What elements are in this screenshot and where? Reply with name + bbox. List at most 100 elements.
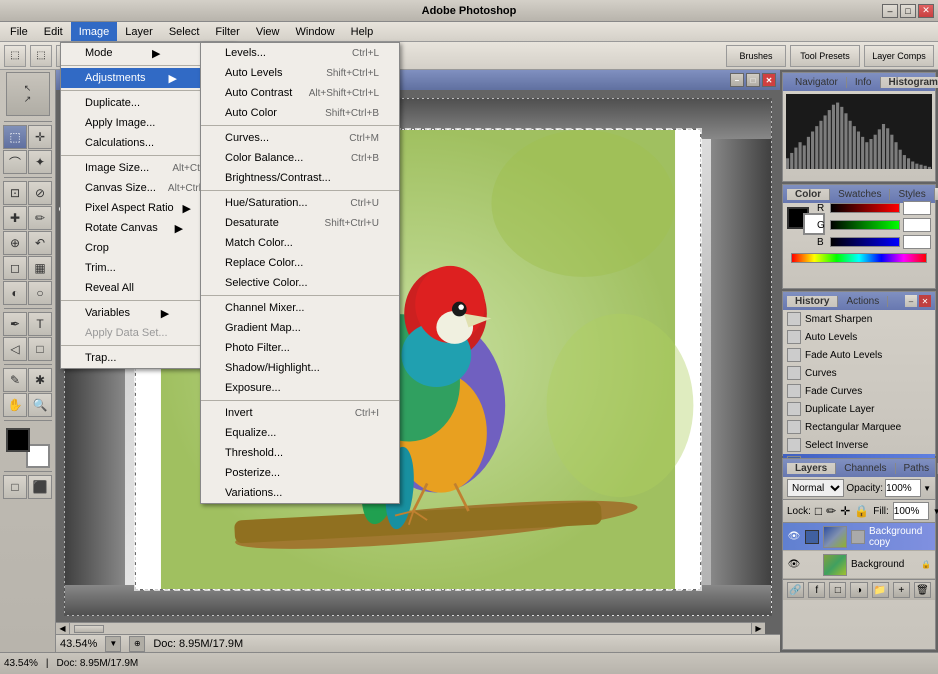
- lasso-tool[interactable]: ⌒: [3, 150, 27, 174]
- r-value[interactable]: 0: [903, 201, 931, 215]
- doc-close-btn[interactable]: ✕: [762, 73, 776, 87]
- layers-link-btn[interactable]: 🔗: [787, 582, 804, 598]
- eyedropper-tool[interactable]: ✱: [28, 368, 52, 392]
- adj-equalize[interactable]: Equalize...: [201, 423, 399, 443]
- menu-view[interactable]: View: [248, 22, 288, 41]
- tab-color[interactable]: Color: [787, 189, 830, 200]
- history-item-3[interactable]: Curves: [783, 364, 935, 382]
- blur-tool[interactable]: ◐: [3, 281, 27, 305]
- adj-auto-contrast[interactable]: Auto ContrastAlt+Shift+Ctrl+L: [201, 83, 399, 103]
- adj-auto-levels[interactable]: Auto LevelsShift+Ctrl+L: [201, 63, 399, 83]
- lock-image-btn[interactable]: ✏: [826, 504, 836, 518]
- history-item-6[interactable]: Rectangular Marquee: [783, 418, 935, 436]
- marquee-tool[interactable]: ⬚: [3, 125, 27, 149]
- dodge-tool[interactable]: ○: [28, 281, 52, 305]
- history-item-5[interactable]: Duplicate Layer: [783, 400, 935, 418]
- lock-transparent-btn[interactable]: □: [815, 504, 822, 518]
- history-brush-tool[interactable]: ↶: [28, 231, 52, 255]
- b-slider[interactable]: [830, 237, 900, 247]
- tab-actions[interactable]: Actions: [838, 296, 888, 307]
- g-value[interactable]: 0: [903, 218, 931, 232]
- menu-filter[interactable]: Filter: [207, 22, 247, 41]
- adj-shadow-highlight[interactable]: Shadow/Highlight...: [201, 358, 399, 378]
- layer-eye-1[interactable]: 👁: [787, 558, 801, 572]
- layers-adjustment-btn[interactable]: ◑: [850, 582, 867, 598]
- opacity-input[interactable]: [885, 479, 921, 497]
- crop-tool[interactable]: ⊡: [3, 181, 27, 205]
- standard-mode[interactable]: □: [3, 475, 27, 499]
- lock-all-btn[interactable]: 🔒: [854, 504, 869, 518]
- layer-row-background-copy[interactable]: 👁 Background copy: [783, 523, 935, 551]
- marquee-options-icon[interactable]: ⬚: [4, 45, 26, 67]
- view-btn[interactable]: ⊕: [129, 636, 145, 652]
- magic-wand-tool[interactable]: ✦: [28, 150, 52, 174]
- adj-posterize[interactable]: Posterize...: [201, 463, 399, 483]
- doc-maximize-btn[interactable]: □: [746, 73, 760, 87]
- color-spectrum-bar[interactable]: [791, 253, 927, 263]
- adj-curves[interactable]: Curves...Ctrl+M: [201, 128, 399, 148]
- adj-selective-color[interactable]: Selective Color...: [201, 273, 399, 293]
- history-close-btn[interactable]: ✕: [919, 295, 931, 307]
- r-slider[interactable]: [830, 203, 900, 213]
- close-button[interactable]: ✕: [918, 4, 934, 18]
- layers-effects-btn[interactable]: f: [808, 582, 825, 598]
- adj-match-color[interactable]: Match Color...: [201, 233, 399, 253]
- adj-hue-sat[interactable]: Hue/Saturation...Ctrl+U: [201, 193, 399, 213]
- zoom-tool[interactable]: 🔍: [28, 393, 52, 417]
- tab-styles[interactable]: Styles: [890, 189, 934, 200]
- path-tool[interactable]: ◁: [3, 337, 27, 361]
- layers-new-btn[interactable]: +: [893, 582, 910, 598]
- history-item-0[interactable]: Smart Sharpen: [783, 310, 935, 328]
- history-item-2[interactable]: Fade Auto Levels: [783, 346, 935, 364]
- menu-window[interactable]: Window: [288, 22, 343, 41]
- pen-tool[interactable]: ✒: [3, 312, 27, 336]
- text-tool[interactable]: T: [28, 312, 52, 336]
- adj-replace-color[interactable]: Replace Color...: [201, 253, 399, 273]
- fg-bg-color-selector[interactable]: [6, 428, 50, 468]
- adj-gradient-map[interactable]: Gradient Map...: [201, 318, 399, 338]
- layer-row-background[interactable]: 👁 Background 🔒: [783, 551, 935, 579]
- tab-navigator[interactable]: Navigator: [787, 77, 847, 88]
- tool-presets-icon[interactable]: Tool Presets: [790, 45, 860, 67]
- adj-photo-filter[interactable]: Photo Filter...: [201, 338, 399, 358]
- healing-tool[interactable]: ✚: [3, 206, 27, 230]
- maximize-button[interactable]: □: [900, 4, 916, 18]
- menu-select[interactable]: Select: [161, 22, 208, 41]
- brush-tool[interactable]: ✏: [28, 206, 52, 230]
- stamp-tool[interactable]: ⊕: [3, 231, 27, 255]
- full-screen-mode[interactable]: ⬛: [28, 475, 52, 499]
- layer-comps-icon[interactable]: Layer Comps: [864, 45, 934, 67]
- tab-layers[interactable]: Layers: [787, 463, 836, 474]
- menu-edit[interactable]: Edit: [36, 22, 71, 41]
- scroll-thumb-h[interactable]: [74, 625, 104, 633]
- blend-mode-select[interactable]: Normal: [787, 479, 844, 497]
- layers-delete-btn[interactable]: 🗑: [914, 582, 931, 598]
- layers-folder-btn[interactable]: 📁: [872, 582, 889, 598]
- doc-minimize-btn[interactable]: –: [730, 73, 744, 87]
- adj-desaturate[interactable]: DesaturateShift+Ctrl+U: [201, 213, 399, 233]
- tab-histogram[interactable]: Histogram: [881, 77, 938, 88]
- horizontal-scrollbar[interactable]: ◀ ▶: [56, 622, 765, 634]
- layer-eye-0[interactable]: 👁: [787, 530, 801, 544]
- zoom-menu-btn[interactable]: ▼: [105, 636, 121, 652]
- hand-tool[interactable]: ✋: [3, 393, 27, 417]
- menu-file[interactable]: File: [2, 22, 36, 41]
- history-item-1[interactable]: Auto Levels: [783, 328, 935, 346]
- tab-channels[interactable]: Channels: [836, 463, 895, 474]
- menu-help[interactable]: Help: [343, 22, 382, 41]
- menu-image[interactable]: Image: [71, 22, 118, 41]
- adj-exposure[interactable]: Exposure...: [201, 378, 399, 398]
- adj-invert[interactable]: InvertCtrl+I: [201, 403, 399, 423]
- brush-presets-icon[interactable]: Brushes: [726, 45, 786, 67]
- layers-mask-btn[interactable]: □: [829, 582, 846, 598]
- adj-channel-mixer[interactable]: Channel Mixer...: [201, 298, 399, 318]
- lock-position-btn[interactable]: ✛: [840, 504, 850, 518]
- history-item-4[interactable]: Fade Curves: [783, 382, 935, 400]
- tab-info[interactable]: Info: [847, 77, 881, 88]
- adj-threshold[interactable]: Threshold...: [201, 443, 399, 463]
- tab-history[interactable]: History: [787, 296, 838, 307]
- adj-variations[interactable]: Variations...: [201, 483, 399, 503]
- adj-levels[interactable]: Levels...Ctrl+L: [201, 43, 399, 63]
- history-item-7[interactable]: Select Inverse: [783, 436, 935, 454]
- menu-layer[interactable]: Layer: [117, 22, 161, 41]
